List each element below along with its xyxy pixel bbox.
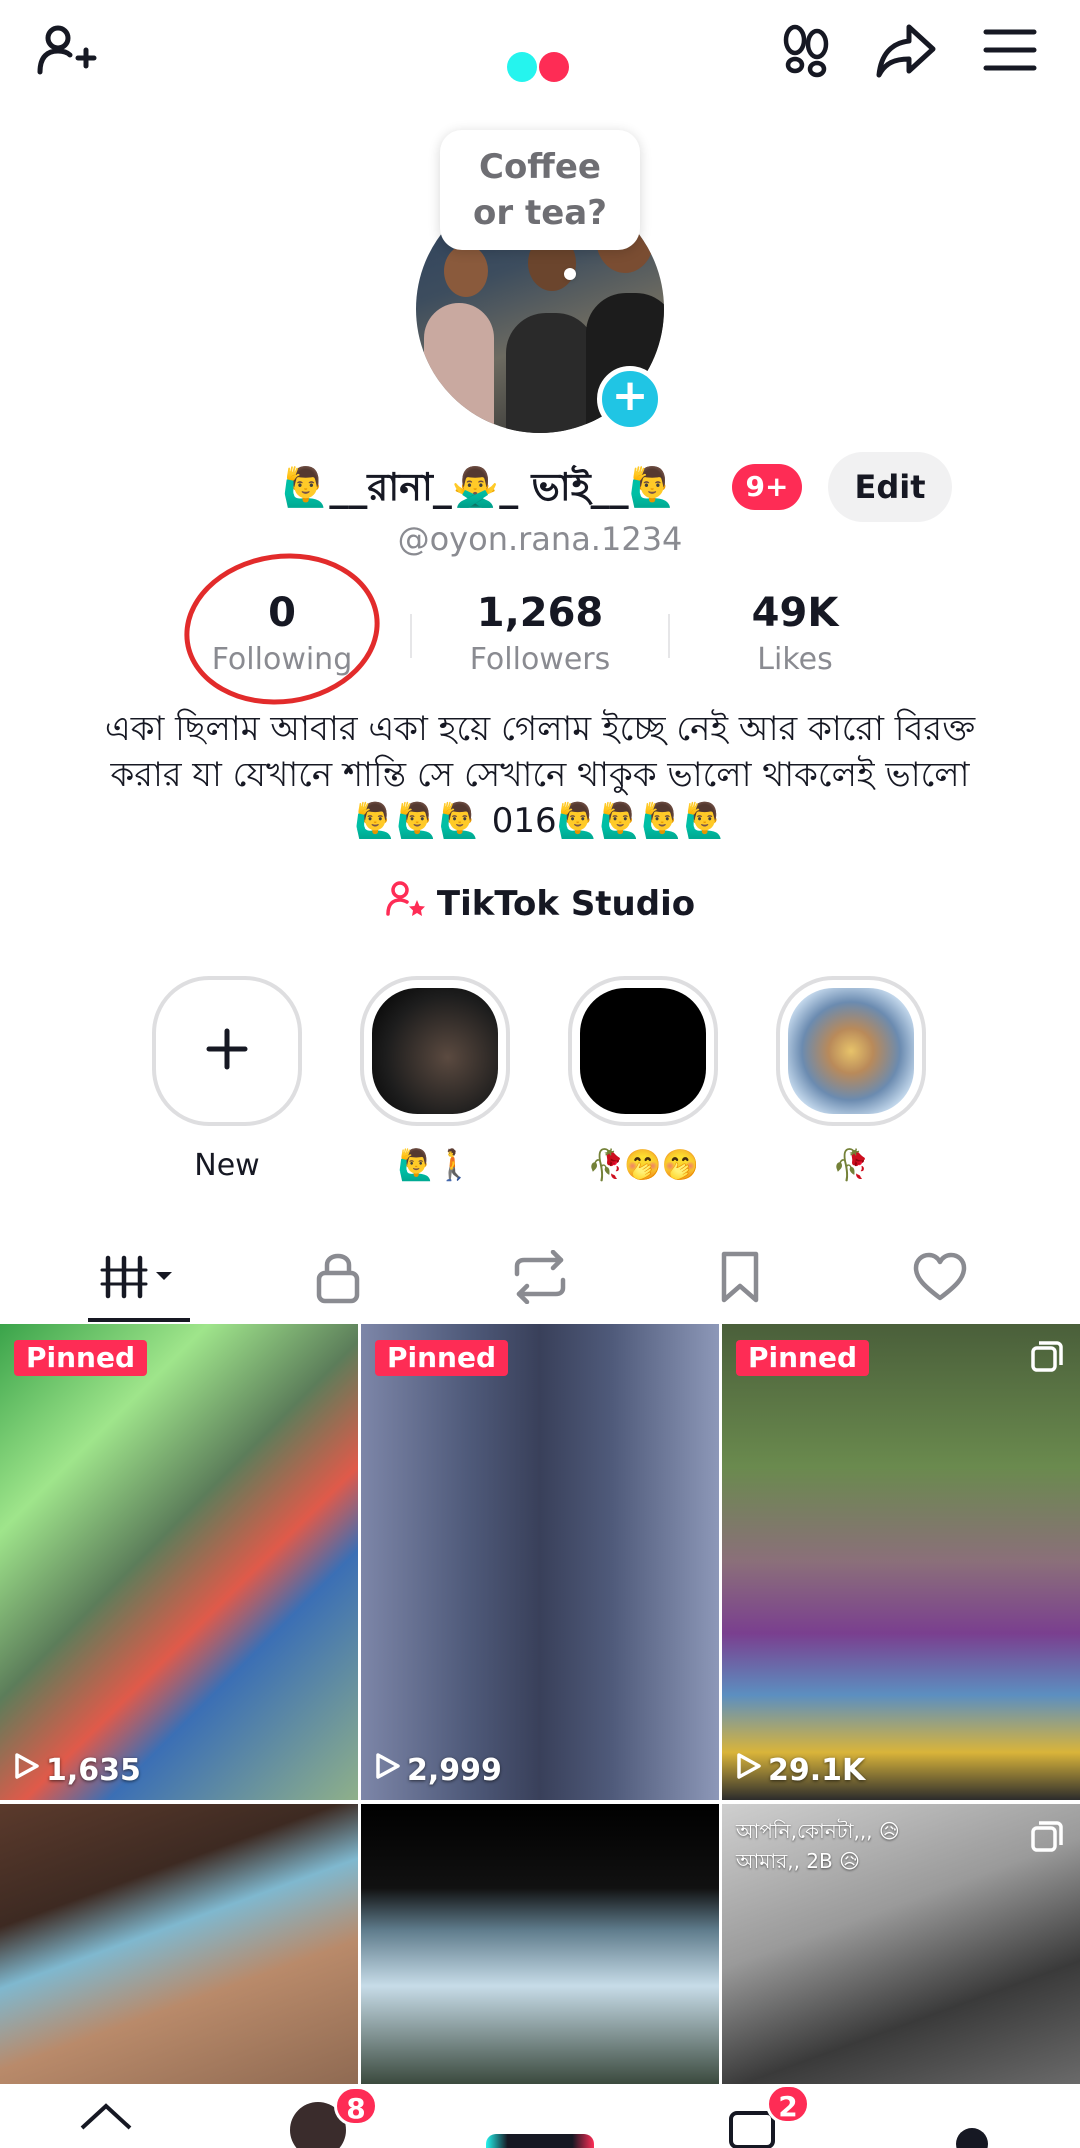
prompt-text: Coffee or tea? (473, 147, 607, 233)
highlight-item[interactable]: 🥀🤭🤭 (568, 976, 718, 1186)
create-button[interactable] (486, 2134, 594, 2148)
profile-stats: 0 Following 1,268 Followers 49K Likes (0, 586, 1080, 686)
highlight-ring (360, 976, 510, 1126)
pinned-badge: Pinned (375, 1340, 509, 1376)
highlight-new[interactable]: New (152, 976, 302, 1186)
display-name: 🙋‍♂️__রানা_🙅‍♂️_ ভাই__🙋‍♂️ (282, 465, 676, 509)
tab-reposts[interactable] (440, 1236, 640, 1322)
bubble-tail (564, 268, 576, 280)
edit-profile-button[interactable]: Edit (828, 452, 952, 522)
top-bar (0, 0, 1080, 110)
video-tile[interactable]: Pinned 2,999 (361, 1324, 719, 1800)
stat-likes[interactable]: 49K Likes (695, 586, 895, 680)
highlight-thumbnail (580, 988, 706, 1114)
play-icon (736, 1752, 762, 1788)
tab-liked[interactable] (840, 1236, 1040, 1322)
view-count-text: 1,635 (46, 1752, 141, 1788)
highlight-ring (776, 976, 926, 1126)
hand-drawn-circle-annotation (174, 541, 390, 717)
grid-videos-icon (100, 1252, 180, 1306)
video-tile[interactable] (361, 1804, 719, 2084)
stat-followers[interactable]: 1,268 Followers (440, 586, 640, 680)
content-tabs (0, 1236, 1080, 1322)
view-count: 1,635 (14, 1752, 141, 1788)
highlight-thumbnail (372, 988, 498, 1114)
notification-badge[interactable]: 9+ (732, 464, 802, 510)
profile-prompt-bubble[interactable]: Coffee or tea? (440, 130, 640, 250)
name-row: 🙋‍♂️__রানা_🙅‍♂️_ ভাই__🙋‍♂️ 9+ Edit (0, 452, 1080, 522)
repost-icon (511, 1249, 569, 1308)
highlight-label: 🙋‍♂️🚶 (397, 1148, 473, 1183)
tiktok-studio-link[interactable]: TikTok Studio (0, 878, 1080, 928)
video-tile[interactable] (0, 1804, 358, 2084)
play-icon (375, 1752, 401, 1788)
view-count-text: 29.1K (768, 1752, 866, 1788)
tiktok-logo-dots (507, 52, 571, 82)
footprints-icon[interactable] (770, 14, 842, 86)
likes-count: 49K (751, 590, 839, 636)
menu-icon[interactable] (974, 14, 1046, 86)
highlight-label: 🥀🤭🤭 (586, 1148, 700, 1183)
video-tile[interactable]: Pinned 29.1K (722, 1324, 1080, 1800)
add-photo-button[interactable]: + (597, 366, 663, 432)
friends-badge: 8 (334, 2086, 378, 2126)
stat-divider (410, 614, 412, 658)
heart-icon (912, 1252, 968, 1306)
username-handle: @oyon.rana.1234 (397, 520, 683, 558)
likes-label: Likes (757, 642, 833, 677)
followers-label: Followers (469, 642, 611, 677)
highlight-label: New (194, 1148, 260, 1183)
video-overlay-text: আপনি,কোনটা,,, 😥 আমার,, 2B 😥 (736, 1819, 900, 1873)
stat-divider (668, 614, 670, 658)
bottom-navigation: 8 2 (0, 2084, 1080, 2148)
profile-icon[interactable] (956, 2128, 988, 2148)
plus-icon (205, 1027, 249, 1075)
bio-text: একা ছিলাম আবার একা হয়ে গেলাম ইচ্ছে নেই … (104, 709, 976, 841)
highlight-ring (568, 976, 718, 1126)
tab-videos[interactable] (40, 1236, 240, 1322)
studio-label: TikTok Studio (436, 883, 696, 924)
pinned-badge: Pinned (736, 1340, 870, 1376)
highlight-item[interactable]: 🥀 (776, 976, 926, 1186)
highlight-label: 🥀 (832, 1148, 870, 1183)
share-icon[interactable] (870, 14, 942, 86)
multi-photo-icon (1030, 1820, 1064, 1858)
view-count-text: 2,999 (407, 1752, 502, 1788)
home-icon[interactable] (76, 2098, 136, 2148)
bookmark-icon (718, 1250, 762, 1308)
add-friend-icon[interactable] (30, 14, 102, 86)
active-tab-indicator (88, 1318, 190, 1322)
lock-icon (313, 1249, 363, 1309)
highlight-thumbnail (788, 988, 914, 1114)
play-icon (14, 1752, 40, 1788)
tab-private[interactable] (238, 1236, 438, 1322)
view-count: 2,999 (375, 1752, 502, 1788)
video-tile[interactable]: আপনি,কোনটা,,, 😥 আমার,, 2B 😥 (722, 1804, 1080, 2084)
multi-photo-icon (1030, 1340, 1064, 1378)
tab-favorites[interactable] (640, 1236, 840, 1322)
highlight-new-ring (152, 976, 302, 1126)
studio-icon (385, 878, 427, 929)
story-highlights: New 🙋‍♂️🚶 🥀🤭🤭 🥀 (0, 976, 1080, 1196)
followers-count: 1,268 (476, 590, 604, 636)
inbox-badge: 2 (766, 2084, 810, 2124)
video-tile[interactable]: Pinned 1,635 (0, 1324, 358, 1800)
highlight-item[interactable]: 🙋‍♂️🚶 (360, 976, 510, 1186)
view-count: 29.1K (736, 1752, 865, 1788)
video-grid: Pinned 1,635 Pinned 2,999 Pinned 29.1K আ… (0, 1324, 1080, 2084)
pinned-badge: Pinned (14, 1340, 148, 1376)
